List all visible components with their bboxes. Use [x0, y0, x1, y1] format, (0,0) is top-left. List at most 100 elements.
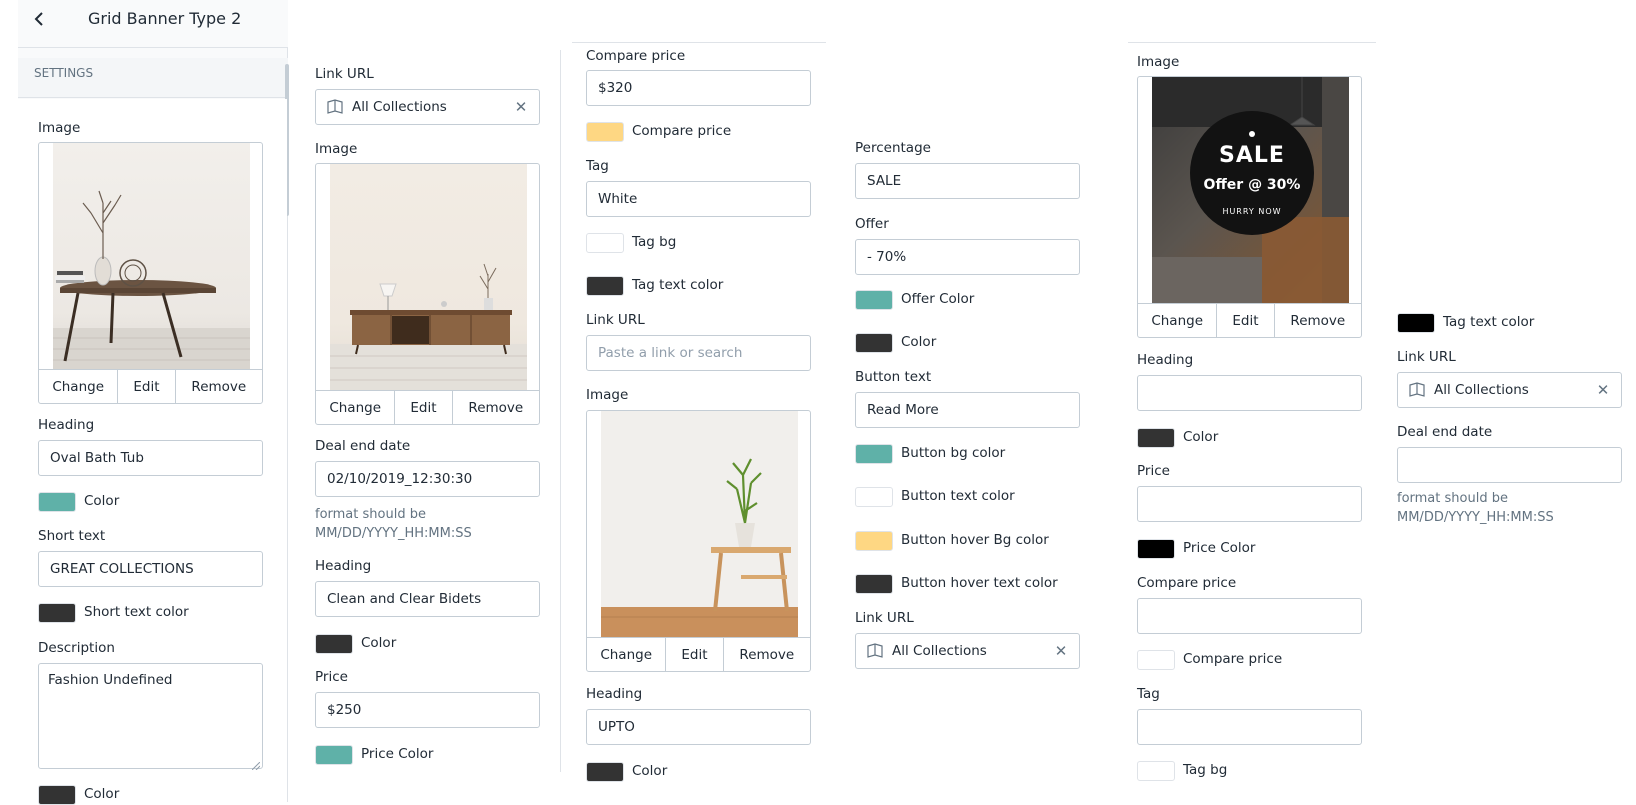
heading-color-swatch[interactable] — [38, 492, 76, 512]
image-picker: SALE Offer @ 30% HURRY NOW Change Edit R… — [1137, 76, 1362, 338]
remove-image-button[interactable]: Remove — [724, 638, 810, 671]
clear-link-icon[interactable]: ✕ — [1589, 376, 1617, 404]
image-preview: SALE Offer @ 30% HURRY NOW — [1152, 77, 1349, 303]
back-arrow-icon[interactable] — [30, 8, 50, 30]
price-input-value: $250 — [327, 702, 362, 718]
description-color-swatch[interactable] — [38, 785, 76, 805]
compare-price-input[interactable] — [1137, 598, 1362, 634]
edit-image-button[interactable]: Edit — [1217, 304, 1275, 337]
price-color-swatch[interactable] — [315, 745, 353, 765]
offer-color-swatch[interactable] — [855, 290, 893, 310]
image-actions: Change Edit Remove — [39, 369, 262, 403]
offer-value: - 70% — [867, 249, 907, 265]
tag-input-value: White — [598, 191, 638, 207]
button-hover-text-color-swatch[interactable] — [855, 574, 893, 594]
link-url-picker[interactable]: All Collections ✕ — [1397, 372, 1622, 408]
clear-link-icon[interactable]: ✕ — [1047, 637, 1075, 665]
change-image-button[interactable]: Change — [587, 638, 667, 671]
change-image-button[interactable]: Change — [316, 391, 396, 424]
edit-image-button[interactable]: Edit — [395, 391, 453, 424]
tag-input[interactable]: White — [586, 181, 811, 217]
heading-input[interactable]: UPTO — [586, 709, 811, 745]
description-value: Fashion Undefined — [48, 672, 173, 688]
clear-link-icon[interactable]: ✕ — [507, 93, 535, 121]
tag-text-color-swatch[interactable] — [586, 276, 624, 296]
tag-bg-swatch[interactable] — [1137, 761, 1175, 781]
heading-color-swatch[interactable] — [1137, 428, 1175, 448]
remove-image-button[interactable]: Remove — [176, 370, 262, 403]
tag-bg-label: Tag bg — [1183, 762, 1228, 778]
compare-price-color-swatch[interactable] — [1137, 650, 1175, 670]
deal-end-date-input[interactable] — [1397, 447, 1622, 483]
offer-input[interactable]: - 70% — [855, 239, 1080, 275]
remove-image-button[interactable]: Remove — [1275, 304, 1361, 337]
edit-image-button[interactable]: Edit — [666, 638, 724, 671]
heading-input[interactable]: Oval Bath Tub — [38, 440, 263, 476]
price-label: Price — [315, 669, 348, 685]
image-actions: Change Edit Remove — [316, 390, 539, 424]
color-swatch[interactable] — [855, 333, 893, 353]
compare-price-color-label: Compare price — [1183, 651, 1283, 667]
image-label: Image — [1137, 54, 1180, 70]
link-url-picker[interactable]: All Collections ✕ — [315, 89, 540, 125]
description-textarea[interactable]: Fashion Undefined — [38, 663, 263, 771]
heading-color-swatch[interactable] — [315, 634, 353, 654]
heading-label: Heading — [586, 686, 643, 702]
tag-input[interactable] — [1137, 709, 1362, 745]
collection-icon — [326, 99, 344, 115]
heading-color-swatch[interactable] — [586, 762, 624, 782]
remove-image-button[interactable]: Remove — [453, 391, 539, 424]
short-text-label: Short text — [38, 528, 106, 544]
description-color-label: Color — [84, 786, 120, 802]
button-bg-color-label: Button bg color — [901, 445, 1006, 461]
short-text-color-swatch[interactable] — [38, 603, 76, 623]
tag-bg-swatch[interactable] — [586, 233, 624, 253]
compare-price-value: $320 — [598, 80, 633, 96]
collection-icon — [1408, 382, 1426, 398]
heading-input[interactable] — [1137, 375, 1362, 411]
image-actions: Change Edit Remove — [1138, 303, 1361, 337]
heading-input-value: UPTO — [598, 719, 635, 735]
offer-label: Offer — [855, 216, 889, 232]
short-text-input-value: GREAT COLLECTIONS — [50, 561, 194, 577]
settings-section-label: SETTINGS — [34, 66, 94, 80]
compare-price-input[interactable]: $320 — [586, 70, 811, 106]
compare-price-label: Compare price — [1137, 575, 1237, 591]
link-url-input[interactable]: Paste a link or search — [586, 335, 811, 371]
link-url-value: All Collections — [1434, 382, 1529, 398]
edit-image-button[interactable]: Edit — [118, 370, 176, 403]
link-url-label: Link URL — [855, 610, 914, 626]
resize-grip-icon[interactable] — [251, 758, 261, 771]
short-text-input[interactable]: GREAT COLLECTIONS — [38, 551, 263, 587]
sale-hurry: HURRY NOW — [1222, 207, 1282, 216]
compare-price-color-swatch[interactable] — [586, 122, 624, 142]
heading-input-value: Clean and Clear Bidets — [327, 591, 482, 607]
change-image-button[interactable]: Change — [1138, 304, 1218, 337]
link-url-picker[interactable]: All Collections ✕ — [855, 633, 1080, 669]
color-label: Color — [901, 334, 937, 350]
change-image-button[interactable]: Change — [39, 370, 119, 403]
tag-text-color-swatch[interactable] — [1397, 313, 1435, 333]
button-bg-color-swatch[interactable] — [855, 444, 893, 464]
button-hover-bg-color-swatch[interactable] — [855, 531, 893, 551]
heading-label: Heading — [38, 417, 95, 433]
deal-end-date-value: 02/10/2019_12:30:30 — [327, 471, 473, 487]
percentage-input[interactable]: SALE — [855, 163, 1080, 199]
deal-end-date-label: Deal end date — [315, 438, 411, 454]
percentage-value: SALE — [867, 173, 902, 189]
price-color-swatch[interactable] — [1137, 539, 1175, 559]
deal-end-date-input[interactable]: 02/10/2019_12:30:30 — [315, 461, 540, 497]
top-divider — [1128, 42, 1376, 43]
price-input[interactable] — [1137, 486, 1362, 522]
button-text-input[interactable]: Read More — [855, 392, 1080, 428]
date-format-hint: format should be MM/DD/YYYY_HH:MM:SS — [1397, 491, 1554, 525]
description-label: Description — [38, 640, 115, 656]
heading-input[interactable]: Clean and Clear Bidets — [315, 581, 540, 617]
image-actions: Change Edit Remove — [587, 637, 810, 671]
compare-price-label: Compare price — [586, 48, 686, 64]
image-label: Image — [315, 141, 358, 157]
link-url-value: All Collections — [892, 643, 987, 659]
collection-icon — [866, 643, 884, 659]
button-text-color-swatch[interactable] — [855, 487, 893, 507]
price-input[interactable]: $250 — [315, 692, 540, 728]
